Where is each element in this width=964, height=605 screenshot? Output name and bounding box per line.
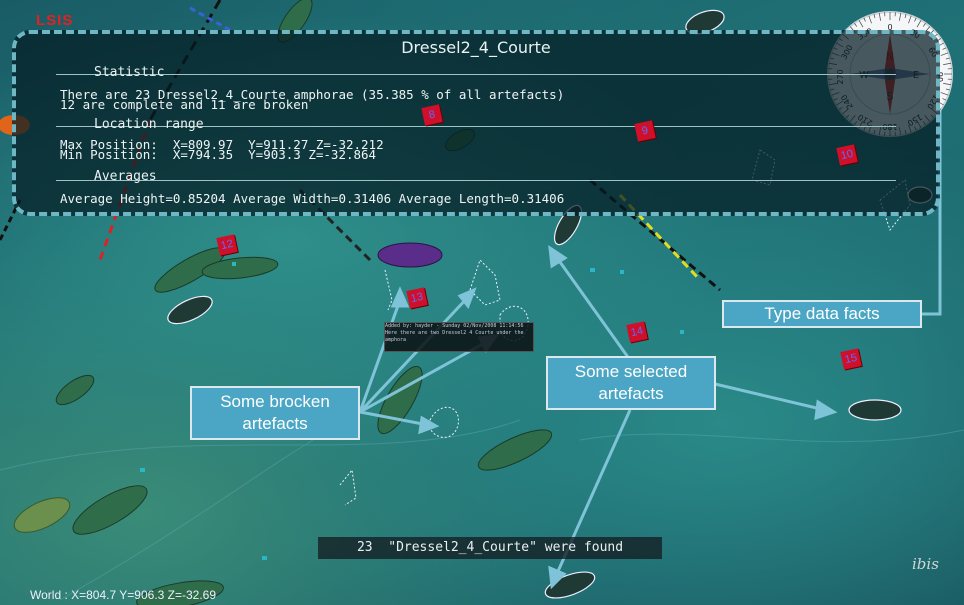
averages-label: Averages: [94, 169, 157, 184]
artefact-marker[interactable]: 9: [634, 120, 656, 142]
artefact-marker[interactable]: 14: [626, 321, 648, 343]
artefact-marker[interactable]: 10: [836, 144, 858, 166]
location-label: Location range: [94, 117, 204, 132]
world-coordinates-status: World : X=804.7 Y=906.3 Z=-32.69: [30, 588, 217, 602]
callout-selected-artefacts: Some selected artefacts: [546, 356, 716, 410]
artefact-marker[interactable]: 12: [216, 234, 238, 256]
statistics-panel: Dressel2_4_Courte Statistic There are 23…: [12, 30, 940, 216]
panel-title: Dressel2_4_Courte: [401, 38, 551, 57]
search-result-message: 23 "Dressel2_4_Courte" were found: [318, 537, 662, 559]
app-logo: LSIS: [36, 12, 74, 29]
statistic-label: Statistic: [94, 65, 165, 80]
divider: [56, 74, 896, 75]
min-position: Min Position: X=794.35 Y=903.3 Z=-32.864: [60, 147, 377, 162]
callout-broken-artefacts: Some brocken artefacts: [190, 386, 360, 440]
callout-type-data: Type data facts: [722, 300, 922, 328]
callout-text: Some selected: [574, 362, 688, 381]
ibis-watermark: ibis: [912, 555, 939, 573]
callout-text: artefacts: [598, 384, 664, 403]
artefact-marker[interactable]: 8: [421, 104, 443, 126]
callout-text: artefacts: [242, 414, 308, 433]
divider: [56, 180, 896, 181]
callout-text: Some brocken: [220, 392, 330, 411]
artefact-marker[interactable]: 13: [406, 287, 428, 309]
averages-line: Average Height=0.85204 Average Width=0.3…: [60, 191, 565, 206]
annotation-note[interactable]: Added by: hayder - Sunday 02/Nov/2008 11…: [384, 322, 534, 352]
stat-line-condition: 12 are complete and 11 are broken: [60, 97, 309, 112]
underwater-3d-view[interactable]: 0306090120150180210240270300330 N S E W …: [0, 0, 964, 605]
artefact-marker[interactable]: 15: [840, 348, 862, 370]
